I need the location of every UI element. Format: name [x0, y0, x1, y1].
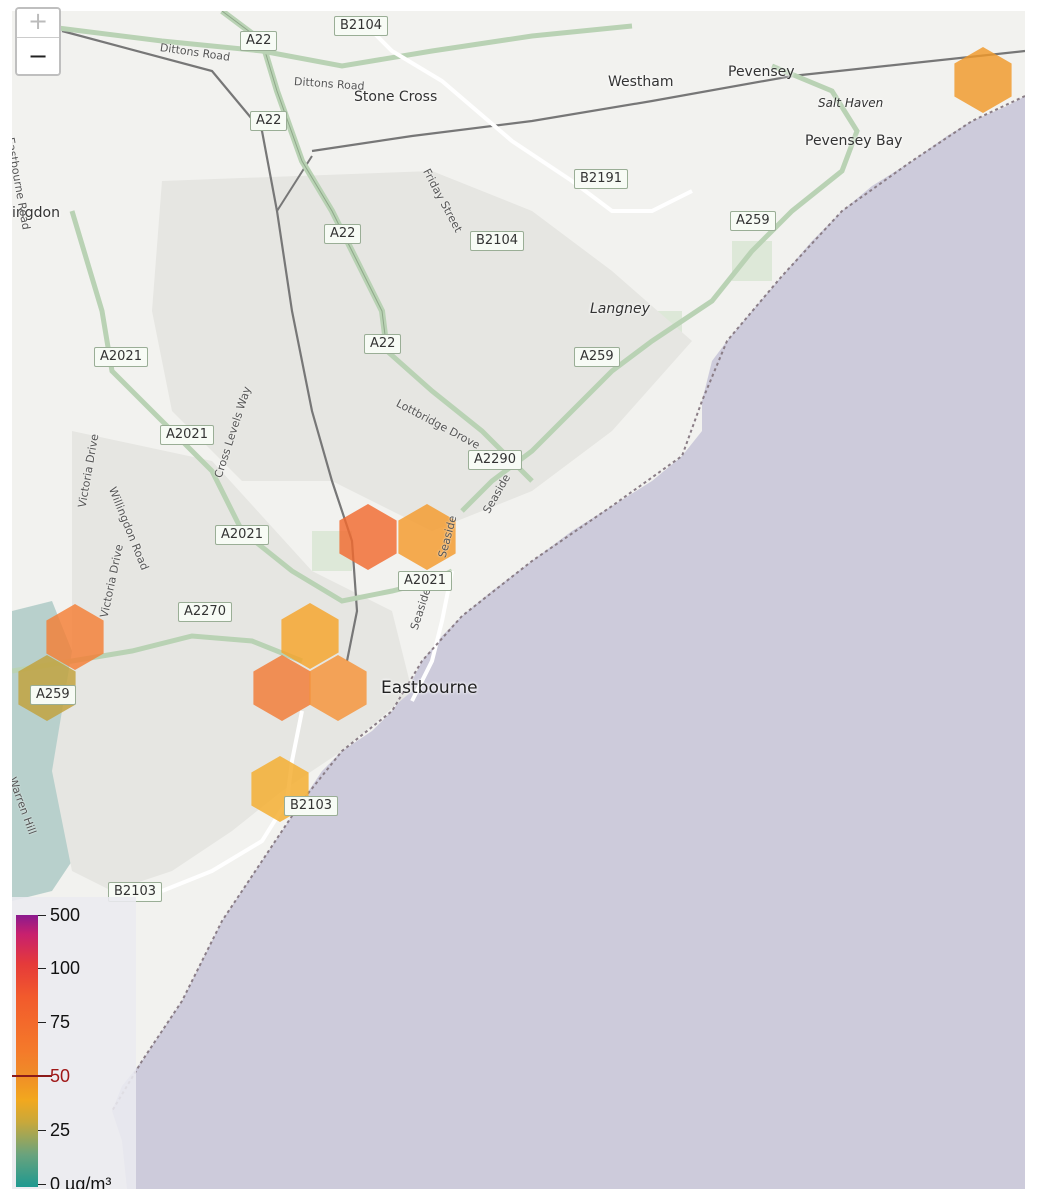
legend-tick — [38, 1130, 46, 1131]
road-shield-a2270: A2270 — [178, 602, 232, 622]
road-shield-b2103: B2103 — [284, 796, 339, 816]
road-shield-b2191: B2191 — [574, 169, 629, 189]
base-map[interactable] — [12, 11, 1025, 1189]
road-shield-b2104: B2104 — [334, 16, 389, 36]
road-shield-a2290: A2290 — [468, 450, 522, 470]
place-pevensey-bay: Pevensey Bay — [805, 133, 903, 149]
legend-label-100: 100 — [50, 958, 81, 978]
place-langney: Langney — [590, 301, 650, 317]
legend-label-0: 0 µg/m³ — [50, 1174, 112, 1189]
road-shield-b2104: B2104 — [470, 231, 525, 251]
place-pevensey: Pevensey — [728, 64, 795, 80]
road-shield-a22: A22 — [324, 224, 362, 244]
road-shield-a259: A259 — [574, 347, 620, 367]
place-stone-cross: Stone Cross — [354, 89, 438, 105]
legend-tick — [38, 1184, 46, 1185]
legend-label-25: 25 — [50, 1120, 71, 1140]
map-view[interactable]: Stone Cross Westham Pevensey Pevensey Ba… — [12, 11, 1025, 1189]
zoom-control: + − — [15, 7, 61, 76]
legend-label-50: 50 — [50, 1066, 71, 1086]
place-eastbourne: Eastbourne — [381, 678, 478, 698]
legend-tick — [38, 1022, 46, 1023]
road-shield-a22: A22 — [364, 334, 402, 354]
legend-threshold-line — [12, 1075, 52, 1077]
legend-label-75: 75 — [50, 1012, 71, 1032]
road-shield-a22: A22 — [250, 111, 288, 131]
zoom-in-button[interactable]: + — [17, 9, 59, 38]
legend-color-scale — [16, 915, 38, 1187]
road-shield-a2021: A2021 — [94, 347, 148, 367]
place-salt-haven: Salt Haven — [818, 96, 884, 110]
place-westham: Westham — [608, 74, 674, 90]
legend-tick — [38, 915, 46, 916]
zoom-out-button[interactable]: − — [17, 38, 59, 74]
legend-tick — [38, 968, 46, 969]
road-shield-a2021: A2021 — [160, 425, 214, 445]
legend-label-500: 500 — [50, 905, 81, 925]
road-shield-a2021: A2021 — [398, 571, 452, 591]
road-shield-a2021: A2021 — [215, 525, 269, 545]
road-shield-a259: A259 — [730, 211, 776, 231]
road-shield-a259: A259 — [30, 685, 76, 705]
road-shield-a22: A22 — [240, 31, 278, 51]
concentration-legend: 500 100 75 50 25 0 µg/m³ — [12, 897, 136, 1189]
park — [732, 241, 772, 281]
